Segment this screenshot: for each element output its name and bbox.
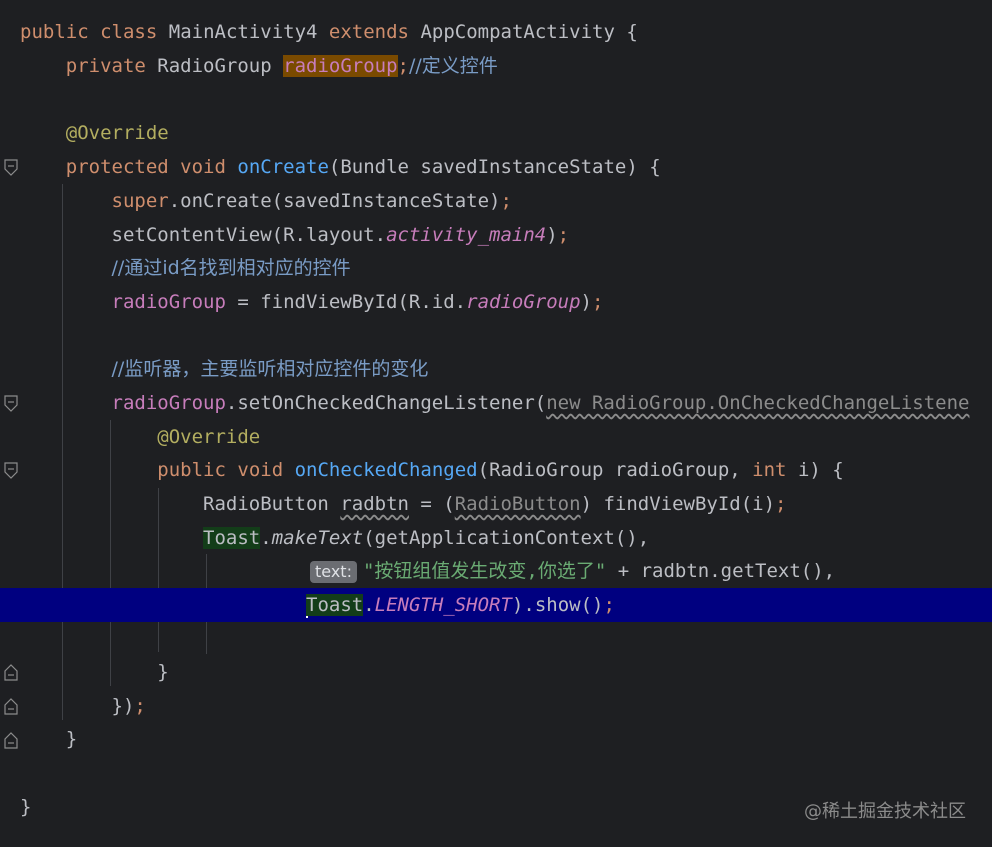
brace: } [20,796,32,818]
code-line[interactable]: }); [0,689,992,723]
paren: ) [580,291,592,313]
call: ).show() [511,594,604,616]
keyword: void [180,156,226,178]
semicolon: ; [591,291,604,313]
class-name: MainActivity4 [168,21,318,43]
code-line[interactable]: RadioButton radbtn = (RadioButton) findV… [0,487,992,521]
assign: = ( [408,493,455,515]
variable: radbtn [340,493,409,515]
dot: . [363,594,375,616]
keyword: public [20,21,89,43]
keyword: protected [65,156,169,178]
call: .onCreate(savedInstanceState) [168,190,501,212]
constant: LENGTH_SHORT [374,594,512,616]
code-line[interactable]: @Override [0,116,992,150]
method-name: onCreate [237,156,329,178]
brace: { [614,21,638,43]
code-line[interactable]: } [0,655,992,689]
call: .setOnCheckedChangeListener( [225,392,547,414]
params: (RadioGroup radioGroup, [477,459,753,481]
keyword: public [157,459,226,481]
code-line[interactable]: public class MainActivity4 extends AppCo… [0,15,992,49]
code-line[interactable]: public void onCheckedChanged(RadioGroup … [0,453,992,487]
field-highlighted: radioGroup [283,55,398,77]
call: (getApplicationContext(), [363,527,650,549]
current-code-line[interactable]: Toast.LENGTH_SHORT).show(); [0,588,992,622]
code-line[interactable]: text: "按钮组值发生改变,你选了" + radbtn.getText(), [0,554,992,588]
call: + radbtn.getText(), [606,560,836,582]
keyword: extends [328,21,409,43]
method-name: makeText [271,527,364,549]
code-line[interactable]: } [0,722,992,756]
semicolon: ; [397,55,409,77]
brace: } [157,661,169,683]
keyword: void [237,459,284,481]
type: RadioButton [203,493,329,515]
cast-type: RadioButton [454,493,581,515]
code-line[interactable]: private RadioGroup radioGroup;//定义控件 [0,49,992,83]
code-line[interactable]: radioGroup = findViewById(R.id.radioGrou… [0,285,992,319]
keyword: super [111,190,169,212]
code-line[interactable]: super.onCreate(savedInstanceState); [0,184,992,218]
brace: }) [111,695,135,717]
semicolon: ; [134,695,146,717]
code-line[interactable]: @Override [0,420,992,454]
assign: = findViewById(R.id. [225,291,467,313]
type: RadioGroup [157,55,272,77]
annotation: @Override [157,426,261,448]
code-editor[interactable]: public class MainActivity4 extends AppCo… [0,0,992,847]
keyword: int [752,459,787,481]
semicolon: ; [775,493,787,515]
class-highlighted: Toast [306,594,364,616]
keyword: class [100,21,158,43]
anonymous-class: new RadioGroup.OnCheckedChangeListene [546,392,970,414]
keyword: private [65,55,146,77]
call: ) findViewById(i) [580,493,776,515]
resource-ref: activity_main4 [386,224,547,246]
method-name: onCheckedChanged [294,459,478,481]
string-literal: "按钮组值发生改变,你选了" [362,560,607,582]
parameter-hint: text: [310,560,357,583]
field: radioGroup [111,392,226,414]
parent-class: AppCompatActivity [420,21,615,43]
paren: ) [546,224,558,246]
field: radioGroup [111,291,226,313]
comment: //定义控件 [408,55,498,77]
watermark: @稀土掘金技术社区 [804,801,966,822]
dot: . [260,527,272,549]
code-line[interactable]: setContentView(R.layout.activity_main4); [0,218,992,252]
code-line[interactable]: //监听器，主要监听相对应控件的变化 [0,352,992,386]
params: (Bundle savedInstanceState) { [328,156,661,178]
semicolon: ; [557,224,570,246]
comment: //通过id名找到相对应的控件 [111,257,351,279]
semicolon: ; [500,190,512,212]
semicolon: ; [603,594,615,616]
code-line[interactable]: protected void onCreate(Bundle savedInst… [0,150,992,184]
resource-ref: radioGroup [466,291,581,313]
comment: //监听器，主要监听相对应控件的变化 [111,358,429,380]
code-line[interactable]: radioGroup.setOnCheckedChangeListener(ne… [0,386,992,420]
brace: } [65,728,78,750]
code-line[interactable]: //通过id名找到相对应的控件 [0,251,992,285]
class-highlighted: Toast [203,527,261,549]
params: i) { [786,459,844,481]
call: setContentView(R.layout. [111,224,387,246]
annotation: @Override [65,122,169,144]
code-line[interactable]: Toast.makeText(getApplicationContext(), [0,521,992,555]
